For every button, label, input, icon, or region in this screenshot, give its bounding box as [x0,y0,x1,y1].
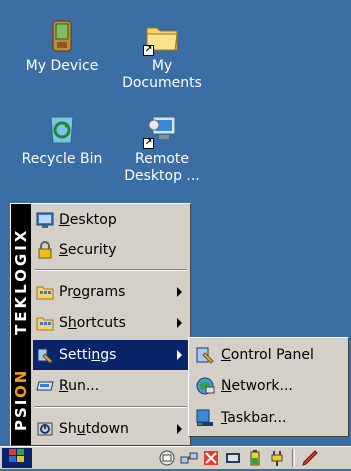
settings-icon [36,346,54,364]
recycle-bin-icon [45,113,79,147]
battery-icon[interactable] [246,449,264,467]
start-menu-item-shortcuts[interactable]: Shortcuts [33,308,190,338]
windows-logo-icon [7,448,27,468]
menu-item-label: Run... [59,378,100,394]
start-menu-item-programs[interactable]: Programs [33,277,190,307]
control-panel-icon [195,345,215,365]
psion-logo: PSI ON [12,368,30,432]
menu-item-label: Settings [59,347,117,363]
remote-desktop-icon: ↗ [143,113,179,149]
submenu-arrow-icon [177,287,182,297]
connection-icon[interactable] [180,449,198,467]
menu-item-label: Security [59,242,117,258]
desktop-icon-my-documents[interactable]: ↗ My Documents [114,20,210,92]
start-menu-item-security[interactable]: Security [33,235,190,265]
pda-icon [45,20,79,54]
menu-item-label: Network... [221,378,293,394]
network-icon [195,376,215,396]
submenu-arrow-icon [177,350,182,360]
folder-icon: ↗ [143,20,179,56]
programs-folder-icon [36,283,54,301]
shortcuts-folder-icon [36,314,54,332]
start-button[interactable] [2,448,32,468]
submenu-item-control-panel[interactable]: Control Panel [192,340,346,370]
teklogix-logo: TEKLOGIX [12,227,30,335]
tray-separator [292,449,295,467]
menu-item-label: Control Panel [221,347,314,363]
desktop-icon-recycle-bin[interactable]: Recycle Bin [14,113,110,168]
shortcut-arrow-icon: ↗ [143,45,154,56]
start-menu-item-run[interactable]: Run... [33,371,190,401]
start-menu: TEKLOGIX PSI ON Desktop Security Programs… [10,203,191,446]
run-icon [36,377,54,395]
menu-separator [35,406,187,408]
desktop-icon-label: Recycle Bin [21,151,103,167]
shortcut-arrow-icon: ↗ [143,138,154,149]
settings-submenu: Control Panel Network... Taskbar... [188,337,349,437]
start-menu-item-settings[interactable]: Settings [33,340,190,370]
lock-icon [36,241,54,259]
submenu-item-taskbar[interactable]: Taskbar... [192,403,346,433]
menu-item-label: Programs [59,284,126,300]
menu-separator [35,269,187,271]
taskbar [0,446,351,469]
desktop-icon-remote-desktop[interactable]: ↗ Remote Desktop ... [114,113,210,185]
system-tray [158,449,319,467]
submenu-arrow-icon [177,318,182,328]
desktop-icon-my-device[interactable]: My Device [14,20,110,75]
desktop-icon [36,211,54,229]
submenu-arrow-icon [177,424,182,434]
desktop-icon-label: My Documents [122,58,202,91]
desktop-icon-label: Remote Desktop ... [124,151,200,184]
taskbar-settings-icon [195,408,215,428]
menu-item-label: Taskbar... [221,410,287,426]
menu-item-label: Desktop [59,212,117,228]
start-menu-item-desktop[interactable]: Desktop [33,205,190,235]
shutdown-icon [36,420,54,438]
radio-off-icon[interactable] [202,449,220,467]
pen-icon[interactable] [301,449,319,467]
desktop-icon-label: My Device [25,58,99,74]
menu-item-label: Shortcuts [59,315,126,331]
start-menu-item-shutdown[interactable]: Shutdown [33,414,190,444]
brand-strip: TEKLOGIX PSI ON [11,204,31,445]
submenu-item-network[interactable]: Network... [192,371,346,401]
power-plug-icon[interactable] [268,449,286,467]
menu-item-label: Shutdown [59,421,129,437]
scanner-icon[interactable] [224,449,242,467]
input-panel-icon[interactable] [158,449,176,467]
